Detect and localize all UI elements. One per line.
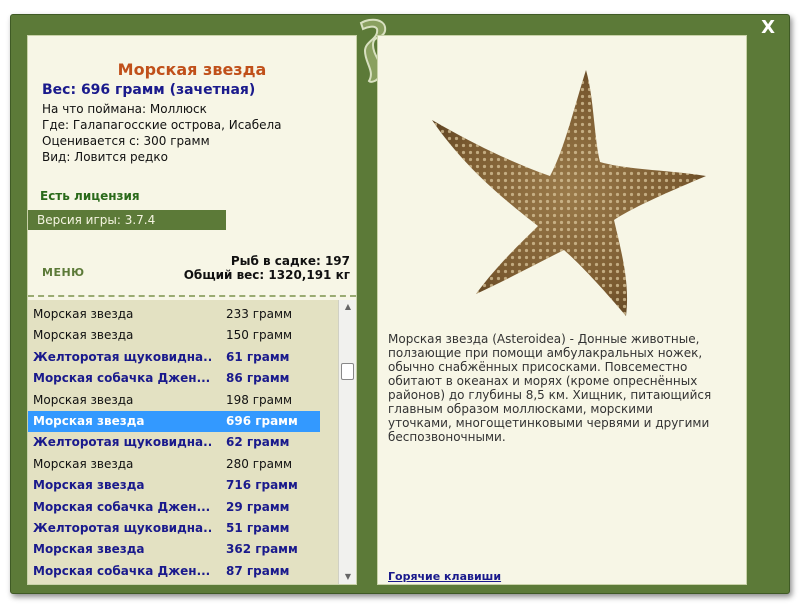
arrow-down-icon[interactable]: ▼ — [339, 570, 356, 584]
caught-on: На что поймана: Моллюск — [42, 102, 207, 116]
fish-weight: Вес: 696 грамм (зачетная) — [42, 82, 256, 98]
location: Где: Галапагосские острова, Исабела — [42, 118, 282, 132]
total-weight: Общий вес: 1320,191 кг — [183, 268, 350, 282]
list-item-weight: 233 грамм — [226, 307, 293, 321]
catch-list[interactable]: Морская звезда 233 грамм Морская звезда 150… — [28, 300, 356, 584]
starfish-image — [432, 70, 706, 316]
list-item-name: Морская собачка Джен... — [33, 563, 211, 578]
list-item-weight: 62 грамм — [226, 435, 290, 450]
list-item[interactable]: Морская звезда 362 грамм — [28, 539, 320, 560]
fish-kind: Вид: Ловится редко — [42, 150, 168, 164]
list-item-weight: 29 грамм — [226, 499, 290, 514]
list-item-name: Морская звезда — [33, 414, 145, 428]
list-item[interactable]: Желторотая щуковидна... 61 грамм — [28, 347, 320, 368]
list-item-name: Морская собачка Джен... — [33, 499, 211, 514]
list-item-weight: 51 грамм — [226, 521, 290, 535]
list-item[interactable]: Морская собачка Джен... 29 грамм — [28, 497, 320, 518]
hotkeys-link[interactable]: Горячие клавиши — [388, 570, 501, 583]
fish-info-window: X Морская звезда Вес: 696 грамм (зачетна… — [10, 14, 790, 594]
list-item-weight: 87 грамм — [226, 563, 290, 578]
list-item-name: Морская звезда — [33, 542, 145, 557]
list-item-weight: 150 грамм — [226, 328, 293, 343]
list-item-weight: 362 грамм — [226, 542, 298, 557]
list-item-weight: 716 грамм — [226, 478, 298, 493]
list-item-name: Желторотая щуковидна... — [33, 435, 211, 450]
list-item-weight: 61 грамм — [226, 349, 290, 364]
list-item-weight: 280 грамм — [226, 456, 293, 471]
scrollbar-thumb[interactable] — [341, 363, 354, 380]
fish-name: Морская звезда — [117, 60, 267, 79]
fish-picture-panel: Морская звезда (Asteroidea) - Донные жив… — [377, 35, 747, 585]
catch-list-scrollbar[interactable]: ▲ ▼ — [338, 300, 356, 584]
list-item[interactable]: Морская звезда 150 грамм — [28, 325, 320, 346]
fish-count: Рыб в садке: 197 — [230, 254, 350, 268]
list-item-name: Морская звезда — [33, 307, 134, 321]
dashed-divider — [28, 295, 356, 297]
list-item[interactable]: Морская звезда 233 грамм — [28, 304, 320, 325]
keepnet-stats: Рыб в садке: 197 Общий вес: 1320,191 кг — [184, 254, 350, 282]
arrow-up-icon[interactable]: ▲ — [339, 300, 356, 314]
list-item-name: Морская звезда — [33, 328, 134, 343]
list-item-weight: 696 грамм — [226, 414, 298, 428]
menu-button[interactable]: МЕНЮ — [42, 266, 85, 279]
list-item-name: Желторотая щуковидна... — [33, 349, 211, 364]
list-item[interactable]: Желторотая щуковидна... 62 грамм — [28, 432, 320, 453]
list-item-name: Желторотая щуковидна... — [33, 521, 211, 535]
close-icon[interactable]: X — [761, 17, 775, 38]
list-item[interactable]: Морская звезда 198 грамм — [28, 390, 320, 411]
list-item-name: Морская звезда — [33, 478, 145, 493]
list-item-weight: 198 грамм — [226, 392, 293, 407]
list-item-weight: 86 грамм — [226, 371, 290, 386]
valued-from: Оценивается с: 300 грамм — [42, 134, 210, 148]
list-item-name: Морская звезда — [33, 392, 134, 407]
list-item[interactable]: Морская собачка Джен... 86 грамм — [28, 368, 320, 389]
license-status: Есть лицензия — [40, 189, 140, 203]
game-version: Версия игры: 3.7.4 — [28, 210, 226, 230]
list-item-name: Морская звезда — [33, 456, 134, 471]
list-item[interactable]: Морская собачка Джен... 87 грамм — [28, 561, 320, 582]
list-item-name: Морская собачка Джен... — [33, 371, 211, 386]
list-item[interactable]: Морская звезда 716 грамм — [28, 475, 320, 496]
list-item[interactable]: Желторотая щуковидна... 51 грамм — [28, 518, 320, 539]
list-item[interactable]: Морская звезда 280 грамм — [28, 454, 320, 475]
fish-description: Морская звезда (Asteroidea) - Донные жив… — [388, 332, 712, 444]
fish-details-panel: Морская звезда Вес: 696 грамм (зачетная)… — [27, 35, 357, 585]
list-item[interactable]: Морская звезда 696 грамм — [28, 411, 320, 432]
